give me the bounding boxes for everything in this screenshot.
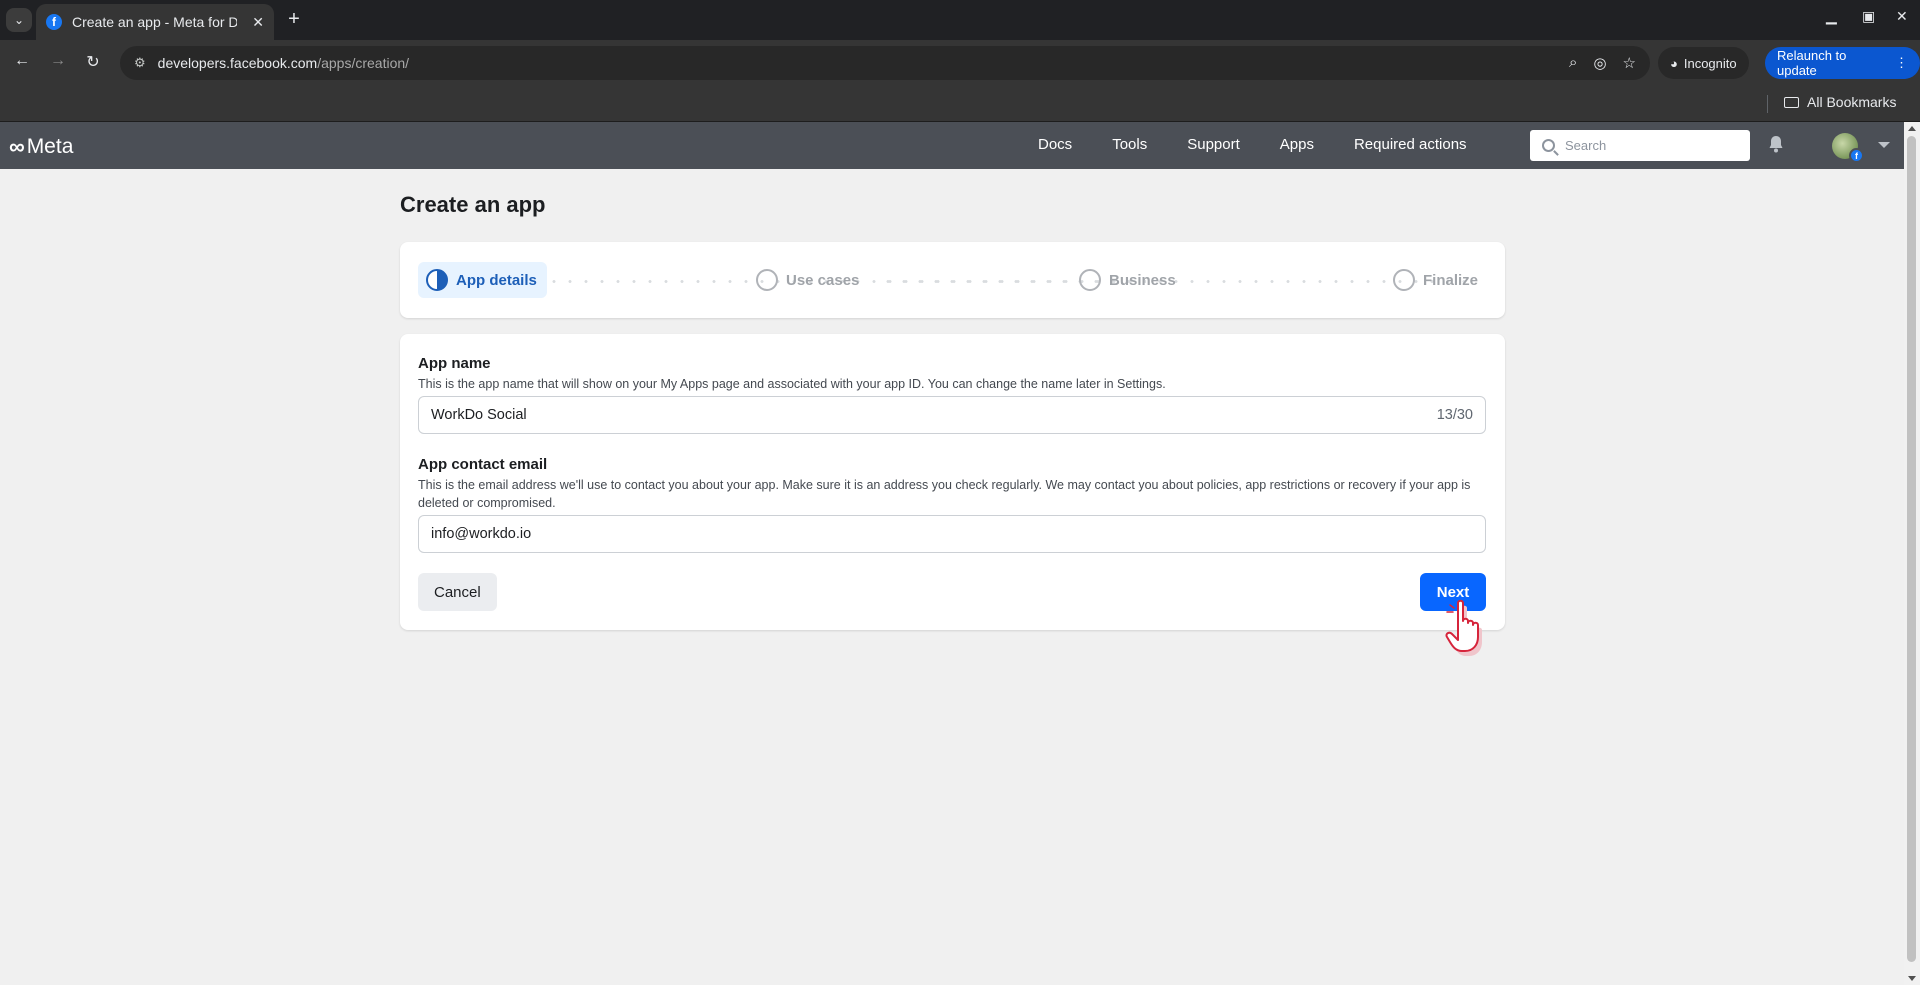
- relaunch-button[interactable]: Relaunch to update ⋮: [1765, 47, 1920, 79]
- nav-link-apps[interactable]: Apps: [1280, 136, 1314, 153]
- step-label: Finalize: [1423, 271, 1479, 289]
- bookmarks-bar: All Bookmarks: [0, 86, 1920, 122]
- account-menu-caret-icon[interactable]: [1878, 142, 1890, 148]
- folder-icon: [1784, 96, 1799, 108]
- nav-link-support[interactable]: Support: [1187, 136, 1240, 153]
- maximize-icon[interactable]: ▣: [1862, 8, 1875, 25]
- empty-circle-icon: [1079, 269, 1101, 291]
- new-tab-plus-icon[interactable]: +: [282, 8, 306, 31]
- tab-title: Create an app - Meta for Developers: [72, 14, 237, 30]
- meta-logo[interactable]: ∞ Meta: [9, 134, 73, 160]
- browser-toolbar: ← → ↻ ⚙ developers.facebook.com/apps/cre…: [0, 40, 1920, 86]
- meta-logo-text: Meta: [26, 135, 74, 158]
- step-label: Use cases: [786, 271, 860, 289]
- window-close-icon[interactable]: ✕: [1896, 8, 1908, 25]
- reload-icon[interactable]: ↻: [82, 52, 104, 72]
- hand-pointer-cursor-icon: [1445, 599, 1482, 656]
- kebab-menu-icon[interactable]: ⋮: [1895, 55, 1908, 71]
- bookmarks-separator: [1767, 95, 1768, 113]
- incognito-indicator[interactable]: ◕ Incognito: [1658, 47, 1749, 79]
- half-circle-progress-icon: [426, 269, 448, 291]
- nav-link-docs[interactable]: Docs: [1038, 136, 1072, 153]
- site-info-icon[interactable]: ⚙: [134, 55, 146, 71]
- incognito-label: Incognito: [1683, 55, 1737, 71]
- search-icon: [1542, 139, 1555, 152]
- step-use-cases[interactable]: Use cases: [756, 262, 859, 298]
- tab-list-chevron-icon[interactable]: ⌄: [6, 8, 32, 32]
- minimize-icon[interactable]: ▁: [1826, 8, 1837, 25]
- browser-tab-active[interactable]: f Create an app - Meta for Developers ✕: [36, 4, 274, 40]
- step-app-details[interactable]: App details: [418, 262, 547, 298]
- scroll-down-arrow-icon[interactable]: [1908, 976, 1916, 981]
- nav-link-required-actions[interactable]: Required actions: [1354, 136, 1467, 153]
- email-help: This is the email address we'll use to c…: [418, 478, 1471, 510]
- empty-circle-icon: [1393, 269, 1415, 291]
- facebook-badge-icon: f: [1849, 148, 1864, 163]
- step-finalize[interactable]: Finalize: [1393, 262, 1478, 298]
- address-bar[interactable]: ⚙ developers.facebook.com/apps/creation/…: [120, 46, 1650, 80]
- step-label: Business: [1109, 271, 1176, 289]
- all-bookmarks-label: All Bookmarks: [1807, 94, 1897, 110]
- search-input[interactable]: [1565, 138, 1725, 153]
- browser-tabstrip: ⌄ f Create an app - Meta for Developers …: [0, 0, 1920, 40]
- url-host: developers.facebook.com: [157, 55, 318, 71]
- email-label: App contact email: [418, 456, 548, 473]
- avatar[interactable]: f: [1832, 133, 1864, 163]
- scroll-up-arrow-icon[interactable]: [1908, 126, 1916, 131]
- empty-circle-icon: [756, 269, 778, 291]
- bookmark-star-icon[interactable]: ☆: [1623, 54, 1636, 72]
- notification-bell-icon[interactable]: [1767, 135, 1785, 153]
- step-label: App details: [456, 271, 537, 289]
- app-name-help: This is the app name that will show on y…: [418, 377, 1166, 391]
- scroll-thumb[interactable]: [1907, 136, 1916, 962]
- app-name-label: App name: [418, 355, 491, 372]
- page-scrollbar[interactable]: [1904, 122, 1920, 985]
- meta-top-nav: ∞ Meta Docs Tools Support Apps Required …: [0, 122, 1904, 169]
- forward-arrow-icon[interactable]: →: [47, 52, 69, 70]
- back-arrow-icon[interactable]: ←: [11, 52, 33, 70]
- relaunch-label: Relaunch to update: [1777, 48, 1847, 78]
- step-business[interactable]: Business: [1079, 262, 1176, 298]
- tab-close-icon[interactable]: ✕: [252, 14, 264, 31]
- char-counter: 13/30: [1436, 407, 1473, 423]
- creation-stepper: App details Use cases Business Finalize: [400, 242, 1505, 318]
- incognito-icon: ◕: [1670, 55, 1678, 71]
- app-details-form: App name This is the app name that will …: [400, 334, 1505, 630]
- email-field[interactable]: info@workdo.io: [418, 515, 1486, 553]
- app-name-field[interactable]: WorkDo Social 13/30: [418, 396, 1486, 434]
- zoom-icon[interactable]: ⌕: [1569, 54, 1577, 72]
- nav-links: Docs Tools Support Apps Required actions: [1038, 136, 1467, 153]
- meta-infinity-icon: ∞: [9, 134, 25, 159]
- eye-slash-icon[interactable]: ◎: [1593, 54, 1606, 72]
- all-bookmarks-button[interactable]: All Bookmarks: [1784, 94, 1896, 110]
- cancel-button[interactable]: Cancel: [418, 573, 497, 611]
- url-path: /apps/creation/: [317, 55, 410, 71]
- facebook-icon: f: [46, 14, 62, 30]
- page-title: Create an app: [400, 192, 546, 217]
- nav-link-tools[interactable]: Tools: [1112, 136, 1147, 153]
- email-value: info@workdo.io: [431, 526, 532, 542]
- search-box[interactable]: [1530, 130, 1750, 161]
- app-name-value: WorkDo Social: [431, 407, 527, 423]
